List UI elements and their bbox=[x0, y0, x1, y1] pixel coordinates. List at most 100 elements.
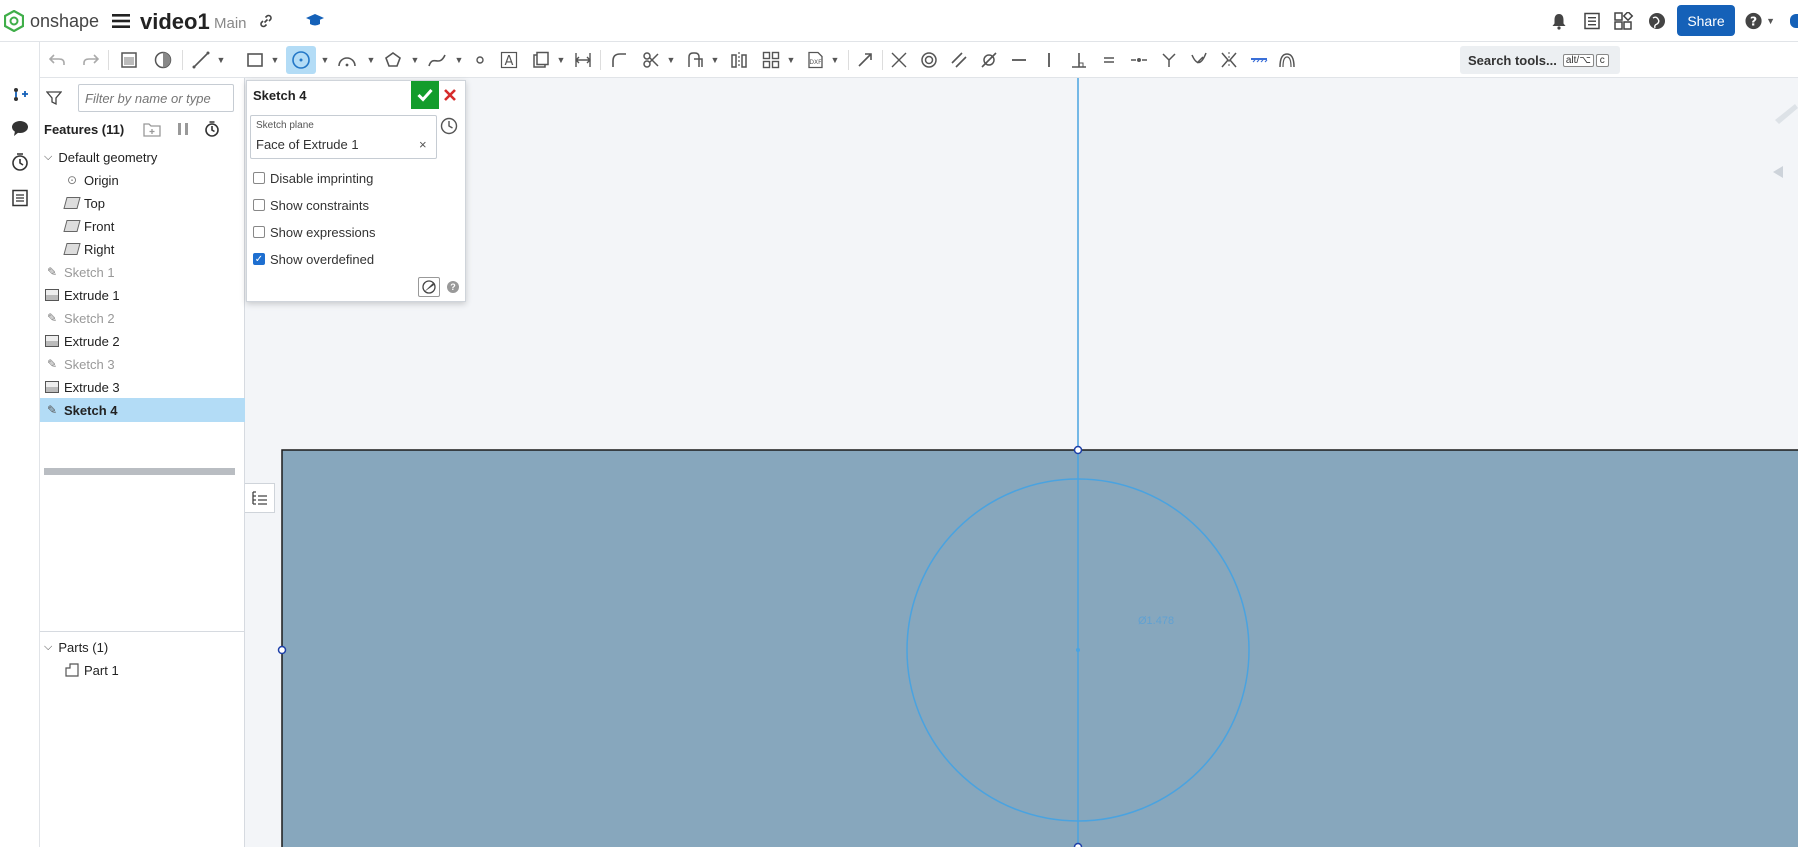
link-icon[interactable] bbox=[258, 13, 274, 29]
rollback-bar[interactable] bbox=[44, 468, 235, 475]
dimension-tool-icon[interactable] bbox=[572, 48, 594, 72]
version-history-icon[interactable] bbox=[10, 152, 30, 172]
pause-rollback-icon[interactable] bbox=[176, 122, 190, 136]
accept-button[interactable] bbox=[411, 81, 439, 109]
document-title[interactable]: video1 bbox=[140, 9, 210, 35]
circle-tool-dropdown-icon[interactable]: ▼ bbox=[320, 48, 330, 72]
option-show-overdefined[interactable]: ✓ Show overdefined bbox=[253, 250, 374, 268]
rectangle-tool-dropdown-icon[interactable]: ▼ bbox=[270, 48, 280, 72]
text-tool-icon[interactable]: A bbox=[498, 48, 520, 72]
use-tool-dropdown-icon[interactable]: ▼ bbox=[710, 48, 720, 72]
community-globe-icon[interactable] bbox=[1648, 12, 1666, 30]
option-show-expressions[interactable]: Show expressions bbox=[253, 223, 376, 241]
pattern-tool-icon[interactable] bbox=[760, 48, 782, 72]
line-tool-dropdown-icon[interactable]: ▼ bbox=[216, 48, 226, 72]
coincident-constraint-icon[interactable] bbox=[888, 48, 910, 72]
perpendicular-constraint-icon[interactable] bbox=[1068, 48, 1090, 72]
use-tool-icon[interactable] bbox=[684, 48, 706, 72]
midpoint-constraint-icon[interactable] bbox=[1128, 48, 1150, 72]
fix-constraint-icon[interactable] bbox=[1248, 48, 1270, 72]
tree-item-part-1[interactable]: Part 1 bbox=[40, 658, 245, 682]
parallel-constraint-icon[interactable] bbox=[948, 48, 970, 72]
branch-name[interactable]: Main bbox=[214, 15, 247, 32]
comments-icon[interactable] bbox=[10, 118, 30, 138]
dxf-import-icon[interactable]: DXF bbox=[804, 48, 826, 72]
mirror-tool-icon[interactable] bbox=[728, 48, 750, 72]
checkbox[interactable] bbox=[253, 226, 265, 238]
vertical-constraint-icon[interactable] bbox=[1038, 48, 1060, 72]
tree-group-default-geometry[interactable]: ⌵ Default geometry bbox=[40, 145, 245, 169]
app-store-icon[interactable] bbox=[1614, 10, 1634, 30]
undo-icon[interactable] bbox=[46, 48, 68, 72]
tree-item-origin[interactable]: ⊙ Origin bbox=[40, 168, 245, 192]
sketch-settings-icon[interactable] bbox=[418, 277, 440, 297]
point-tool-icon[interactable] bbox=[472, 48, 488, 72]
trim-tool-icon[interactable] bbox=[640, 48, 662, 72]
rectangle-tool-icon[interactable] bbox=[244, 48, 266, 72]
tree-item-sketch-3[interactable]: ✎ Sketch 3 bbox=[40, 352, 245, 376]
view-cube-edge-icon[interactable] bbox=[1775, 104, 1798, 124]
tree-item-extrude-1[interactable]: Extrude 1 bbox=[40, 283, 245, 307]
tree-item-sketch-2[interactable]: ✎ Sketch 2 bbox=[40, 306, 245, 330]
fillet-tool-icon[interactable] bbox=[608, 48, 630, 72]
tangent-constraint-icon[interactable] bbox=[978, 48, 1000, 72]
tree-item-sketch-1[interactable]: ✎ Sketch 1 bbox=[40, 260, 245, 284]
curvature-constraint-icon[interactable] bbox=[1276, 48, 1298, 72]
avatar[interactable] bbox=[1790, 14, 1798, 28]
bill-of-materials-icon[interactable] bbox=[10, 188, 30, 208]
hamburger-menu-icon[interactable] bbox=[112, 12, 130, 30]
symmetric-constraint-icon[interactable] bbox=[1218, 48, 1240, 72]
tree-item-front[interactable]: Front bbox=[40, 214, 245, 238]
view-cube-arrow-icon[interactable] bbox=[1773, 166, 1783, 178]
share-button[interactable]: Share bbox=[1677, 5, 1735, 36]
spline-tool-icon[interactable] bbox=[426, 48, 448, 72]
construction-dropdown-icon[interactable]: ▼ bbox=[556, 48, 566, 72]
tree-item-right[interactable]: Right bbox=[40, 237, 245, 261]
tree-item-extrude-2[interactable]: Extrude 2 bbox=[40, 329, 245, 353]
pattern-tool-dropdown-icon[interactable]: ▼ bbox=[786, 48, 796, 72]
arc-tool-dropdown-icon[interactable]: ▼ bbox=[366, 48, 376, 72]
add-folder-icon[interactable] bbox=[143, 121, 161, 137]
circle-tool-icon[interactable] bbox=[286, 46, 316, 74]
clear-selection-icon[interactable]: × bbox=[419, 137, 427, 152]
redo-icon[interactable] bbox=[80, 48, 102, 72]
sketch-plane-field[interactable]: Sketch plane Face of Extrude 1 × bbox=[250, 115, 437, 159]
trim-tool-dropdown-icon[interactable]: ▼ bbox=[666, 48, 676, 72]
spline-tool-dropdown-icon[interactable]: ▼ bbox=[454, 48, 464, 72]
chevron-down-icon[interactable]: ⌵ bbox=[44, 151, 52, 164]
construction-tool-icon[interactable] bbox=[530, 48, 552, 72]
sketch-vertex[interactable] bbox=[277, 645, 287, 655]
tree-item-extrude-3[interactable]: Extrude 3 bbox=[40, 375, 245, 399]
tree-group-parts[interactable]: ⌵ Parts (1) bbox=[40, 635, 245, 659]
insert-feature-icon[interactable] bbox=[10, 84, 30, 104]
document-list-icon[interactable] bbox=[1583, 12, 1601, 30]
render-mode-icon[interactable] bbox=[152, 48, 174, 72]
regeneration-timer-icon[interactable] bbox=[204, 121, 220, 137]
dxf-import-dropdown-icon[interactable]: ▼ bbox=[830, 48, 840, 72]
transform-tool-icon[interactable] bbox=[854, 48, 876, 72]
chevron-down-icon[interactable]: ⌵ bbox=[44, 641, 52, 654]
graphics-viewport[interactable]: Ø1.478 bbox=[245, 78, 1798, 847]
pierce-constraint-icon[interactable] bbox=[1188, 48, 1210, 72]
normal-constraint-icon[interactable] bbox=[1158, 48, 1180, 72]
horizontal-constraint-icon[interactable] bbox=[1008, 48, 1030, 72]
option-show-constraints[interactable]: Show constraints bbox=[253, 196, 369, 214]
sketch-list-toggle[interactable] bbox=[245, 483, 275, 513]
checkbox[interactable] bbox=[253, 199, 265, 211]
learning-center-icon[interactable] bbox=[305, 12, 325, 30]
help-menu[interactable]: ? ▼ bbox=[1745, 12, 1775, 30]
polygon-tool-dropdown-icon[interactable]: ▼ bbox=[410, 48, 420, 72]
option-disable-imprinting[interactable]: Disable imprinting bbox=[253, 169, 373, 187]
part-face[interactable] bbox=[281, 449, 1798, 847]
search-tools-box[interactable]: Search tools... alt/⌥ c bbox=[1460, 46, 1620, 74]
sketch-vertex[interactable] bbox=[1073, 445, 1083, 455]
feature-filter-input[interactable] bbox=[78, 84, 234, 112]
circle-center-point[interactable] bbox=[1076, 648, 1080, 652]
feature-list-icon[interactable] bbox=[118, 48, 140, 72]
arc-tool-icon[interactable] bbox=[336, 48, 358, 72]
onshape-logo-icon[interactable] bbox=[3, 9, 25, 33]
polygon-tool-icon[interactable] bbox=[382, 48, 404, 72]
filter-icon[interactable] bbox=[45, 90, 63, 106]
tree-item-sketch-4[interactable]: ✎ Sketch 4 bbox=[40, 398, 245, 422]
diameter-dimension-label[interactable]: Ø1.478 bbox=[1138, 615, 1174, 627]
